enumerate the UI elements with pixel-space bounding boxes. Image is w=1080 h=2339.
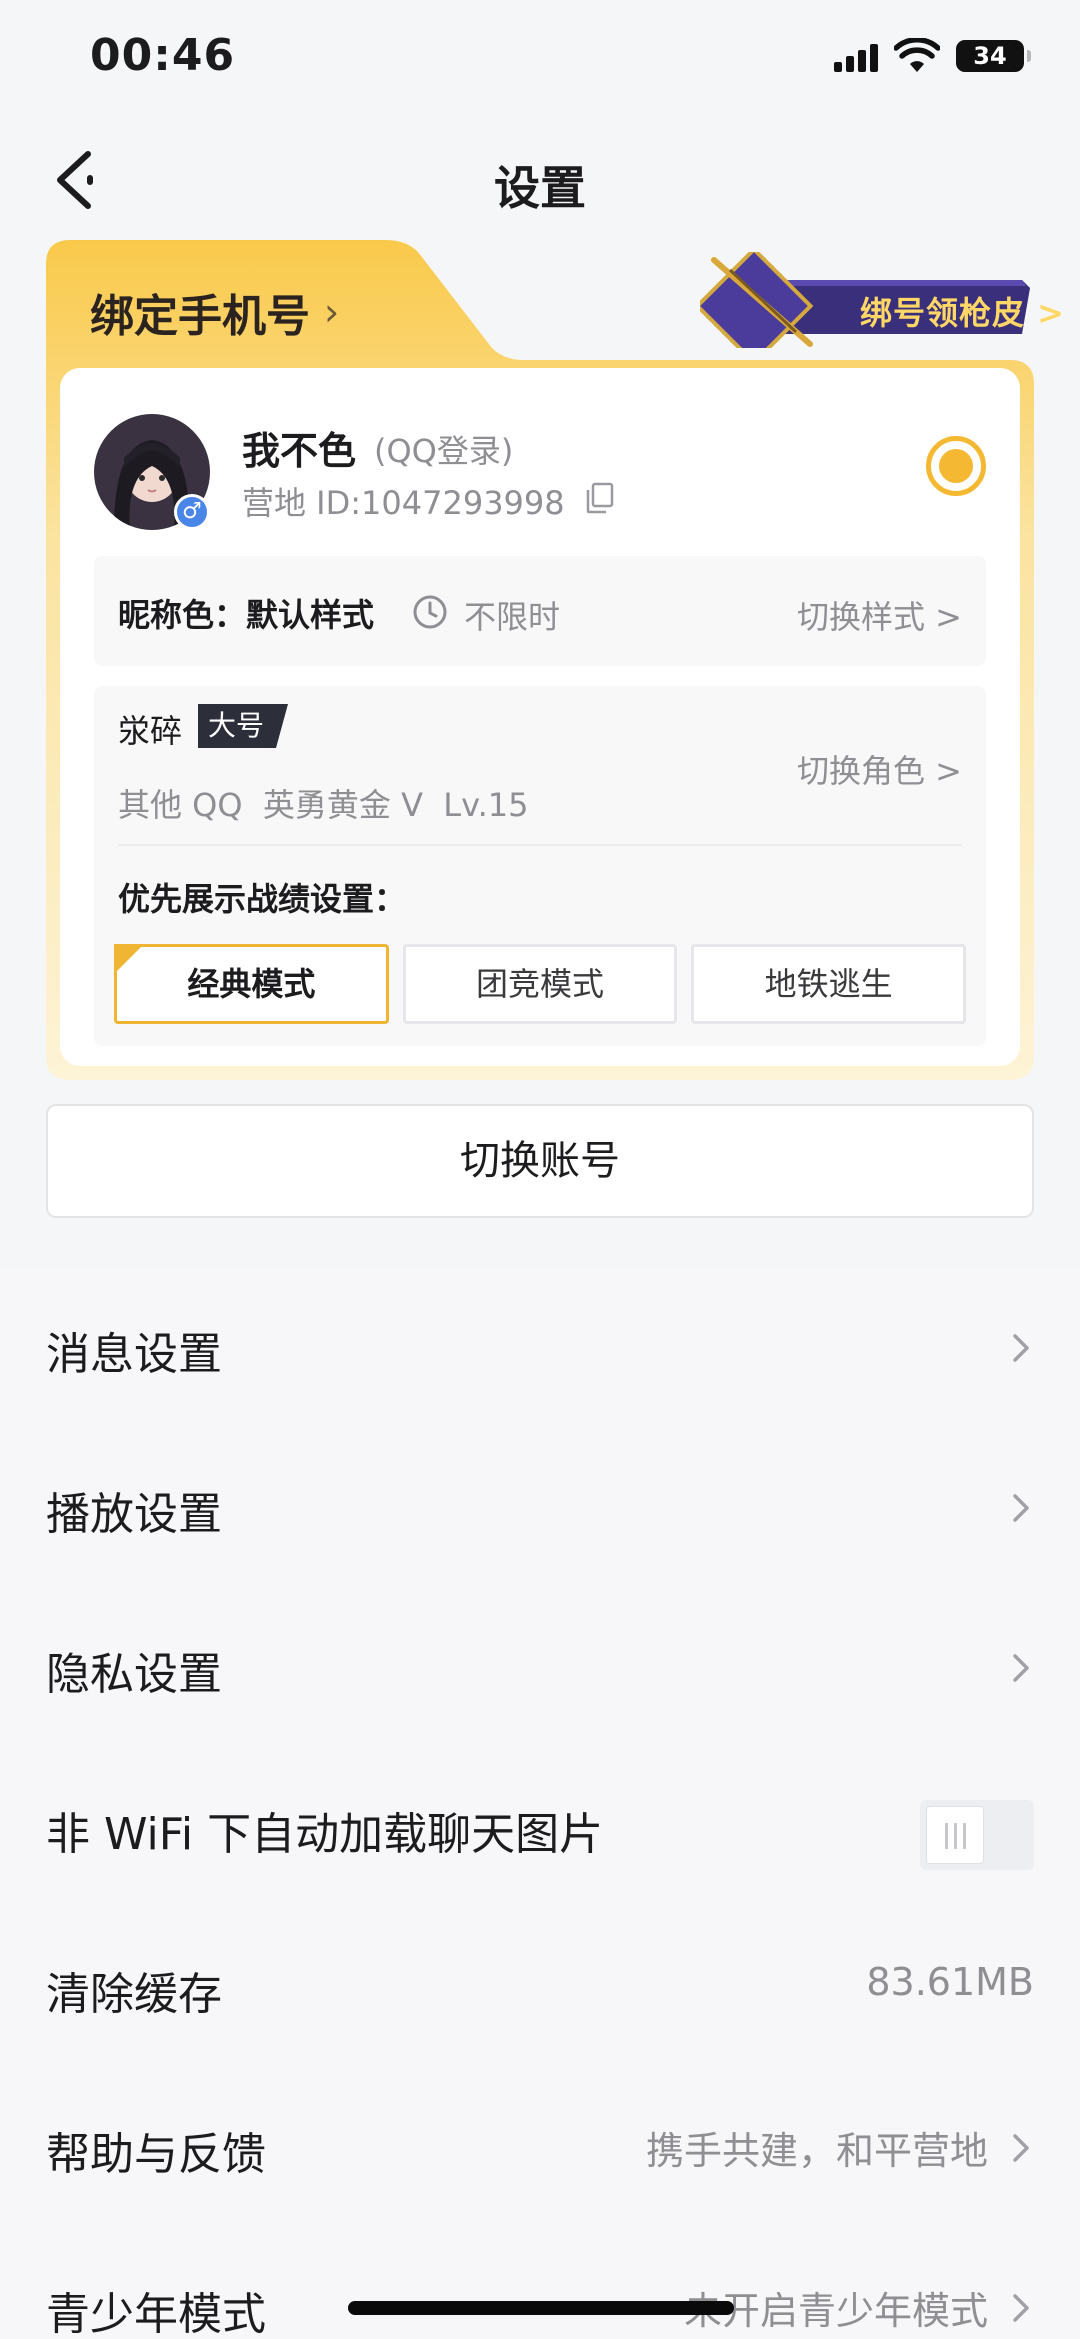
- account-card: 绑定手机号 › 绑号领枪皮 > ♂ 我不色 (QQ登录) 营地 ID:10472…: [46, 240, 1064, 1080]
- login-type: (QQ登录): [374, 432, 514, 470]
- chevron-right-icon: [1013, 1654, 1029, 1682]
- male-icon: ♂: [174, 494, 210, 530]
- setting-label: 青少年模式: [46, 2289, 266, 2339]
- promo-label: 绑号领枪皮 >: [860, 294, 1065, 332]
- setting-row-help[interactable]: 帮助与反馈 携手共建，和平营地: [0, 2068, 1080, 2228]
- nickname-color-label: 昵称色：默认样式: [118, 596, 375, 634]
- wifi-images-toggle[interactable]: [920, 1800, 1034, 1870]
- clock-icon: [413, 595, 447, 629]
- check-icon: [114, 944, 144, 974]
- account-selected-radio[interactable]: [926, 436, 986, 496]
- setting-row-playback[interactable]: 播放设置: [0, 1428, 1080, 1588]
- wifi-icon: [894, 38, 940, 72]
- divider: [118, 844, 962, 846]
- settings-list: 消息设置 播放设置 隐私设置 非 WiFi 下自动加载聊天图片 清除缓存 83.…: [0, 1268, 1080, 2339]
- setting-label: 消息设置: [46, 1329, 222, 1380]
- setting-row-message[interactable]: 消息设置: [0, 1268, 1080, 1428]
- chevron-right-icon: [1013, 2294, 1029, 2322]
- setting-label: 播放设置: [46, 1489, 222, 1540]
- chevron-right-icon: [1013, 2134, 1029, 2162]
- mode-team-button[interactable]: 团竞模式: [402, 944, 678, 1024]
- camp-id: 营地 ID:1047293998: [242, 484, 565, 522]
- switch-role-link[interactable]: 切换角色 >: [797, 746, 962, 792]
- mode-label: 地铁逃生: [764, 965, 893, 1003]
- nickname-color-duration: 不限时: [464, 598, 561, 636]
- setting-label: 隐私设置: [46, 1649, 222, 1700]
- record-setting-title: 优先展示战绩设置：: [118, 880, 407, 918]
- status-bar: 00:46 34: [0, 0, 1080, 120]
- promo-banner[interactable]: 绑号领枪皮 >: [694, 246, 1064, 366]
- toggle-knob: [926, 1806, 984, 1864]
- switch-account-button[interactable]: 切换账号: [46, 1104, 1034, 1218]
- home-indicator[interactable]: [348, 2301, 734, 2315]
- setting-label: 帮助与反馈: [46, 2129, 266, 2180]
- cache-size: 83.61MB: [866, 1960, 1034, 2004]
- nav-bar: 设置: [0, 130, 1080, 230]
- mode-label: 经典模式: [187, 965, 316, 1003]
- setting-label: 清除缓存: [46, 1969, 222, 2020]
- account-info-panel: ♂ 我不色 (QQ登录) 营地 ID:1047293998 昵称色：默认样式 不…: [60, 368, 1020, 1066]
- role-tag-badge: 大号: [198, 704, 283, 748]
- setting-value: 携手共建，和平营地: [645, 2129, 988, 2173]
- mode-classic-button[interactable]: 经典模式: [114, 944, 389, 1024]
- role-panel: 泶碎 大号 其他 QQ 英勇黄金 V Lv.15 切换角色 > 优先展示战绩设置…: [94, 686, 986, 1046]
- page-title: 设置: [494, 161, 586, 215]
- switch-style-link[interactable]: 切换样式 >: [797, 592, 962, 638]
- chevron-right-icon: ›: [324, 290, 340, 334]
- setting-row-privacy[interactable]: 隐私设置: [0, 1588, 1080, 1748]
- copy-icon[interactable]: [584, 482, 614, 514]
- setting-row-youth-mode[interactable]: 青少年模式 未开启青少年模式: [0, 2228, 1080, 2339]
- setting-label: 非 WiFi 下自动加载聊天图片: [46, 1809, 604, 1860]
- nickname-color-row: 昵称色：默认样式 不限时 切换样式 >: [94, 556, 986, 666]
- mode-metro-button[interactable]: 地铁逃生: [691, 944, 967, 1024]
- role-name: 泶碎: [118, 712, 183, 750]
- signal-icon: [834, 44, 880, 72]
- nickname: 我不色: [242, 429, 357, 473]
- role-info: 其他 QQ 英勇黄金 V Lv.15: [118, 786, 529, 824]
- status-time: 00:46: [90, 30, 236, 81]
- setting-row-wifi-images: 非 WiFi 下自动加载聊天图片: [0, 1748, 1080, 1908]
- mode-selector: 经典模式 团竞模式 地铁逃生: [114, 944, 967, 1024]
- mode-label: 团竞模式: [476, 965, 605, 1003]
- chevron-right-icon: [1013, 1494, 1029, 1522]
- bind-phone-label: 绑定手机号: [90, 291, 310, 342]
- chevron-right-icon: [1013, 1334, 1029, 1362]
- battery-icon: 34: [956, 40, 1031, 72]
- setting-row-clear-cache[interactable]: 清除缓存 83.61MB: [0, 1908, 1080, 2068]
- bind-phone-link[interactable]: 绑定手机号 ›: [90, 280, 339, 344]
